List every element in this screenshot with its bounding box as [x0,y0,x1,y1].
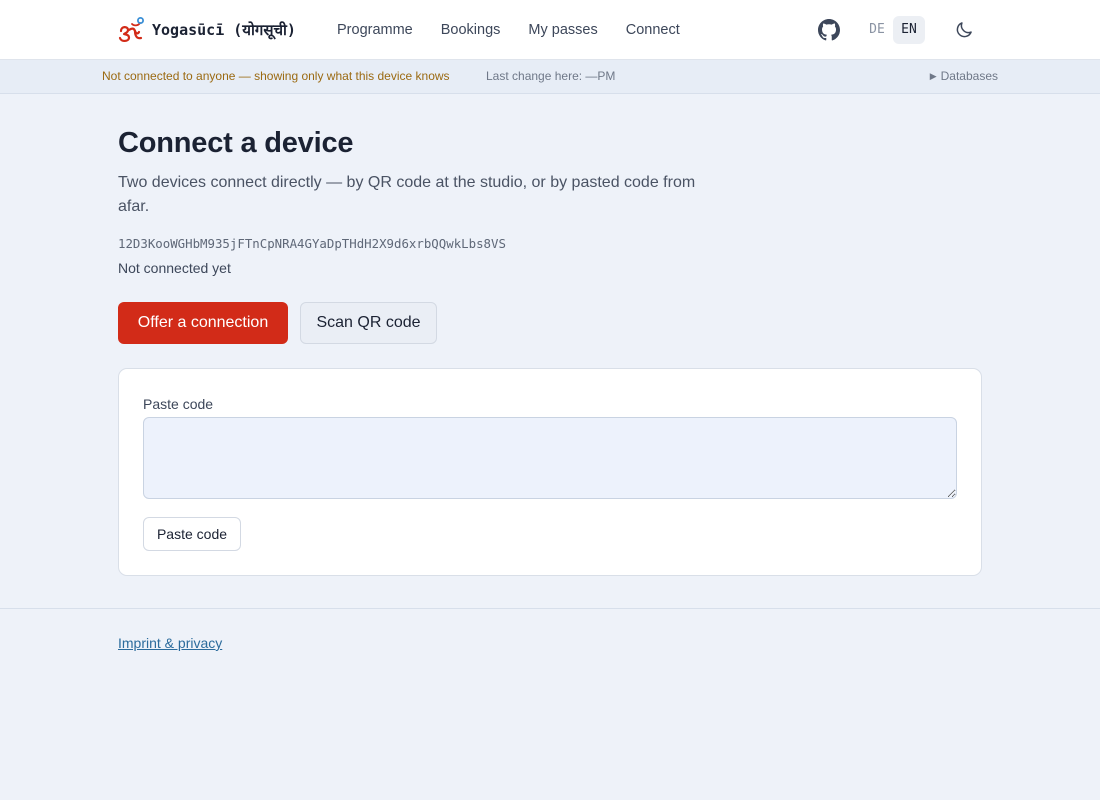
offline-warning: Not connected to anyone — showing only w… [102,69,450,83]
paste-code-button[interactable]: Paste code [143,517,241,551]
scan-qr-button[interactable]: Scan QR code [300,302,437,344]
paste-code-card: Paste code Paste code [118,368,982,576]
brand-name: Yogasūcī (योगसूची) [152,21,296,39]
paste-code-textarea[interactable] [143,417,957,499]
top-navigation: Yogasūcī (योगसूची) Programme Bookings My… [0,0,1100,60]
paste-code-label: Paste code [143,396,214,412]
language-en-button[interactable]: EN [893,16,925,44]
github-icon[interactable] [818,19,840,41]
page-title: Connect a device [118,127,354,159]
imprint-privacy-link[interactable]: Imprint & privacy [118,635,222,651]
nav-item-programme[interactable]: Programme [337,22,413,38]
language-de-button[interactable]: DE [861,16,893,44]
peer-id: 12D3KooWGHbM935jFTnCpNRA4GYaDpTHdH2X9d6x… [118,236,506,251]
triangle-right-icon: ▶ [929,71,937,81]
last-change-text: Last change here: —PM [486,69,616,83]
nav-item-my-passes[interactable]: My passes [528,22,597,38]
nav-item-connect[interactable]: Connect [626,22,680,38]
page-subtitle: Two devices connect directly — by QR cod… [118,174,696,215]
moon-icon[interactable] [954,20,974,40]
main-content: Connect a device Two devices connect dir… [0,94,1100,608]
brand-home-link[interactable]: Yogasūcī (योगसूची) [118,17,296,43]
offer-connection-button[interactable]: Offer a connection [118,302,288,344]
footer: Imprint & privacy [0,608,1100,799]
connection-status-bar: Not connected to anyone — showing only w… [0,60,1100,94]
main-nav: Programme Bookings My passes Connect [337,0,708,60]
connection-status: Not connected yet [118,260,231,276]
databases-label: Databases [940,69,998,83]
language-switcher: DE EN [861,16,925,44]
databases-toggle[interactable]: ▶ Databases [930,60,998,94]
om-icon [118,17,144,43]
nav-item-bookings[interactable]: Bookings [441,22,501,38]
